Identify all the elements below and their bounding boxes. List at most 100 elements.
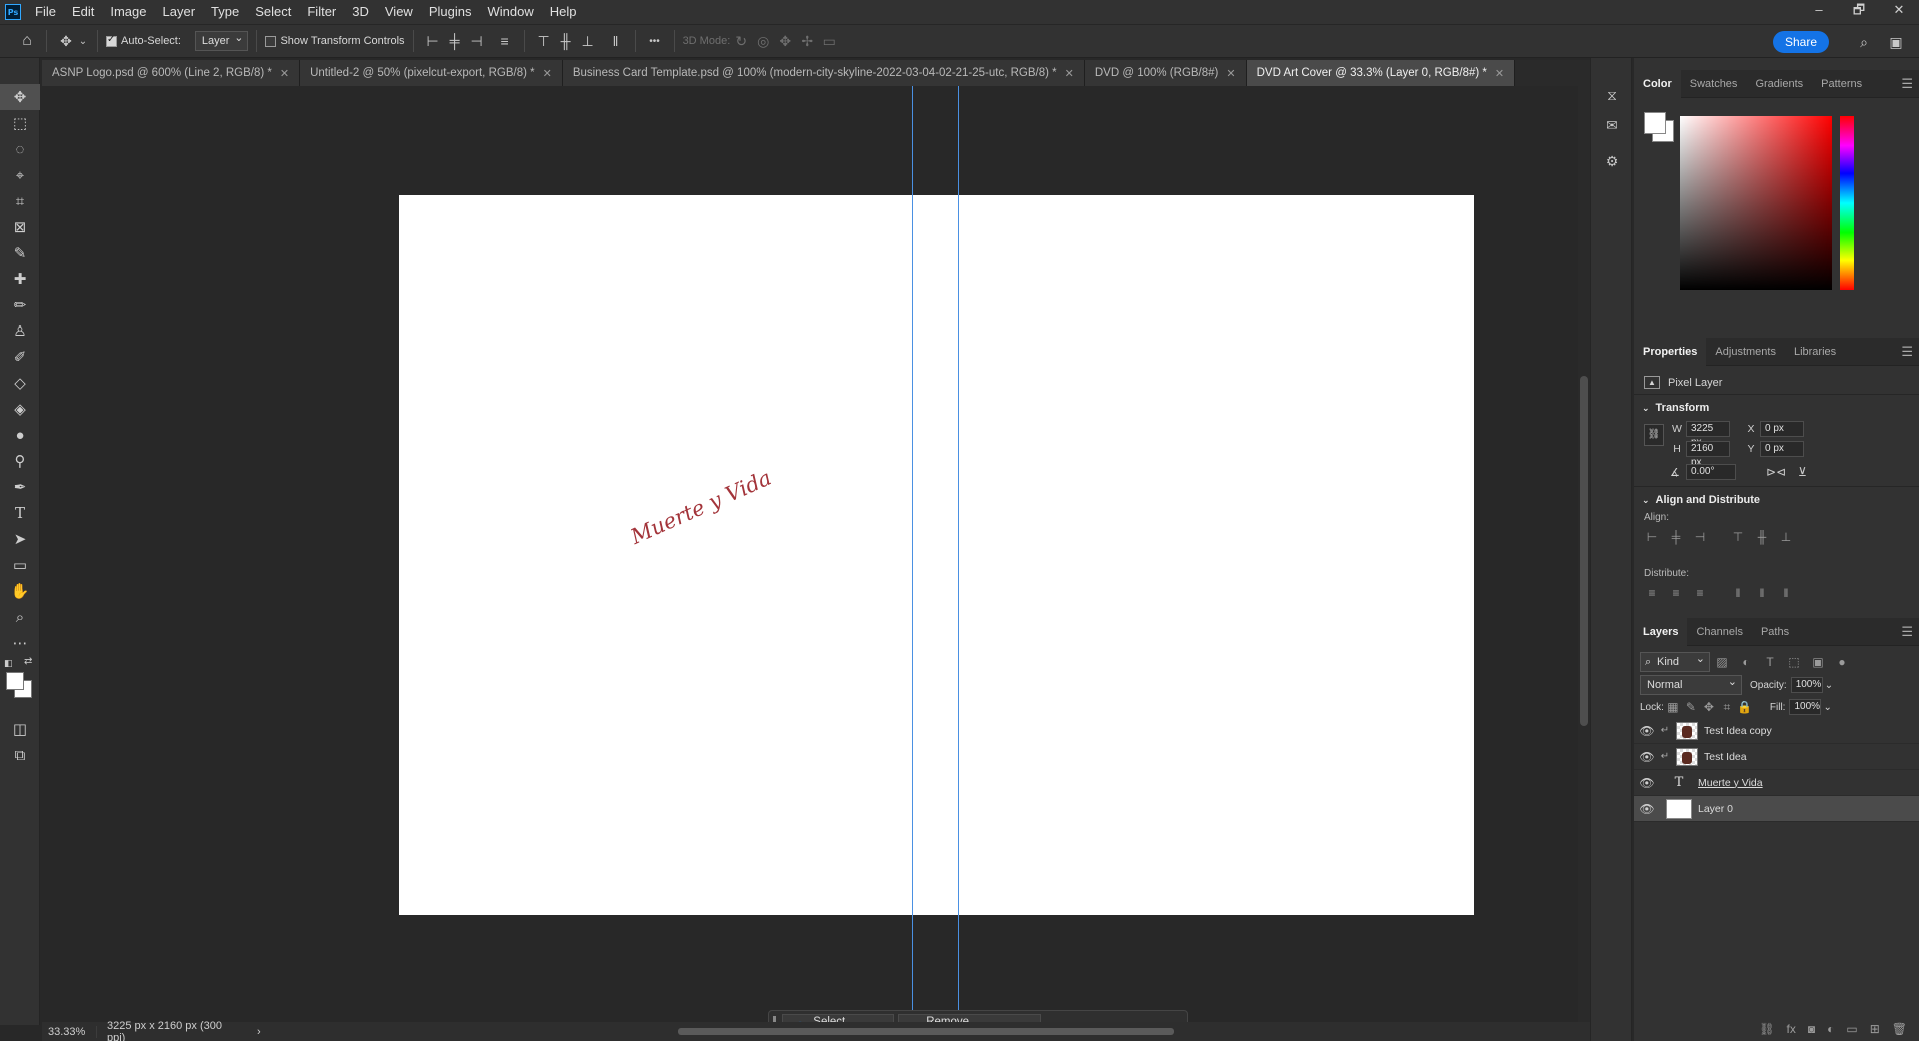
filter-type-icon[interactable]: T	[1758, 653, 1782, 671]
comments-icon[interactable]: ✉	[1591, 110, 1633, 140]
path-selection-tool-icon[interactable]: ➤	[0, 526, 40, 552]
flip-vertical-icon[interactable]: ⊻	[1798, 465, 1807, 479]
filter-smart-object-icon[interactable]: ▣	[1806, 653, 1830, 671]
align-vertical-center-icon[interactable]: ╫	[555, 30, 577, 52]
tab-color[interactable]: Color	[1634, 69, 1681, 98]
close-tab-icon[interactable]: ✕	[1065, 67, 1074, 80]
vertical-scrollbar[interactable]	[1578, 86, 1590, 1025]
share-button[interactable]: Share	[1772, 31, 1829, 53]
height-field[interactable]: 2160 px	[1686, 441, 1730, 468]
link-layers-icon[interactable]: ⛓	[1759, 1022, 1774, 1036]
close-tab-icon[interactable]: ✕	[280, 67, 289, 80]
distribute-horizontal-icon[interactable]: ‖	[605, 30, 627, 52]
distribute-vertical-icon[interactable]: ≡	[494, 30, 516, 52]
align-top-icon[interactable]: ⊤	[533, 30, 555, 52]
filter-shape-icon[interactable]: ⬚	[1782, 653, 1806, 671]
distribute-left-icon[interactable]: ‖	[1726, 584, 1750, 602]
eraser-tool-icon[interactable]: ◇	[0, 370, 40, 396]
align-bottom-icon[interactable]: ⊥	[577, 30, 599, 52]
document-tab[interactable]: DVD @ 100% (RGB/8#) ✕	[1084, 60, 1247, 86]
document-tab[interactable]: Business Card Template.psd @ 100% (moder…	[562, 60, 1085, 86]
document-canvas[interactable]	[399, 195, 1474, 915]
distribute-top-icon[interactable]: ≡	[1640, 584, 1664, 602]
y-field[interactable]: 0 px	[1760, 441, 1804, 457]
chevron-down-icon[interactable]: ⌄	[1823, 702, 1831, 713]
menu-3d[interactable]: 3D	[344, 0, 377, 24]
filter-toggle-icon[interactable]: ●	[1830, 653, 1854, 671]
lasso-tool-icon[interactable]: ◌	[0, 136, 40, 162]
object-selection-tool-icon[interactable]: ⌖	[0, 162, 40, 188]
layer-row[interactable]: 👁 ↵ Test Idea	[1634, 744, 1919, 770]
tab-paths[interactable]: Paths	[1752, 618, 1798, 646]
brush-tool-icon[interactable]: ✏	[0, 292, 40, 318]
filter-adjustment-icon[interactable]: ◐	[1734, 653, 1758, 671]
layer-name[interactable]: Test Idea	[1704, 751, 1747, 763]
healing-brush-tool-icon[interactable]: ✚	[0, 266, 40, 292]
close-tab-icon[interactable]: ✕	[543, 67, 552, 80]
distribute-bottom-icon[interactable]: ≡	[1688, 584, 1712, 602]
paint-bucket-tool-icon[interactable]: ◈	[0, 396, 40, 422]
default-colors-icon[interactable]: ◧	[4, 658, 13, 669]
rectangle-tool-icon[interactable]: ▭	[0, 552, 40, 578]
document-tab-active[interactable]: DVD Art Cover @ 33.3% (Layer 0, RGB/8#) …	[1246, 60, 1516, 86]
canvas-area[interactable]: Muerte y Vida 👤 Select subject ▨ Remove …	[42, 86, 1587, 1041]
auto-select-checkbox[interactable]: Auto-Select:	[106, 34, 181, 47]
history-brush-tool-icon[interactable]: ✐	[0, 344, 40, 370]
edit-toolbar-icon[interactable]: ⋯	[0, 630, 40, 656]
width-field[interactable]: 3225 px	[1686, 421, 1730, 448]
visibility-eye-icon[interactable]: 👁	[1634, 802, 1660, 816]
visibility-eye-icon[interactable]: 👁	[1634, 724, 1660, 738]
move-tool-preset-icon[interactable]: ✥	[55, 30, 77, 52]
close-tab-icon[interactable]: ✕	[1495, 67, 1504, 80]
quick-mask-icon[interactable]: ◫	[0, 716, 40, 742]
search-icon[interactable]: ⌕	[1853, 31, 1875, 53]
flip-horizontal-icon[interactable]: ⊳⊲	[1766, 465, 1786, 479]
x-field[interactable]: 0 px	[1760, 421, 1804, 437]
swap-colors-icon[interactable]: ⇄	[24, 656, 32, 667]
filter-pixel-icon[interactable]: ▨	[1710, 653, 1734, 671]
panel-menu-icon[interactable]: ☰	[1901, 344, 1913, 360]
document-tab[interactable]: Untitled-2 @ 50% (pixelcut-export, RGB/8…	[300, 60, 563, 86]
align-horizontal-centers-icon[interactable]: ╪	[1664, 528, 1688, 546]
fill-field[interactable]: 100%	[1789, 699, 1822, 715]
chevron-down-icon[interactable]: ⌄	[1825, 680, 1833, 691]
document-tab[interactable]: ASNP Logo.psd @ 600% (Line 2, RGB/8) * ✕	[42, 60, 301, 86]
lock-transparent-icon[interactable]: ▦	[1664, 698, 1682, 716]
align-vertical-centers-icon[interactable]: ╫	[1750, 528, 1774, 546]
move-tool-icon[interactable]: ✥	[0, 84, 40, 110]
distribute-right-icon[interactable]: ‖	[1774, 584, 1798, 602]
tab-layers[interactable]: Layers	[1634, 617, 1688, 646]
add-mask-icon[interactable]: ◙	[1808, 1022, 1815, 1036]
tab-channels[interactable]: Channels	[1687, 618, 1751, 646]
show-transform-controls-checkbox[interactable]: Show Transform Controls	[265, 35, 405, 47]
scroll-thumb[interactable]	[678, 1028, 1174, 1035]
menu-plugins[interactable]: Plugins	[421, 0, 480, 24]
visibility-eye-icon[interactable]: 👁	[1634, 776, 1660, 790]
chevron-right-icon[interactable]: ›	[257, 1026, 261, 1038]
lock-image-icon[interactable]: ✎	[1682, 698, 1700, 716]
hue-slider[interactable]	[1840, 116, 1854, 290]
screen-mode-icon[interactable]: ⧉	[0, 742, 40, 768]
restore-window-button[interactable]: 🗗	[1839, 0, 1879, 20]
menu-window[interactable]: Window	[479, 0, 541, 24]
menu-type[interactable]: Type	[203, 0, 247, 24]
frame-tool-icon[interactable]: ⊠	[0, 214, 40, 240]
learn-icon[interactable]: ⚙	[1591, 146, 1633, 176]
document-info[interactable]: 3225 px x 2160 px (300 ppi)	[97, 1020, 237, 1041]
distribute-vertical-centers-icon[interactable]: ≡	[1664, 584, 1688, 602]
align-top-edges-icon[interactable]: ⊤	[1726, 528, 1750, 546]
align-right-edges-icon[interactable]: ⊣	[1688, 528, 1712, 546]
align-right-icon[interactable]: ⊣	[466, 30, 488, 52]
delete-layer-icon[interactable]: 🗑	[1892, 1022, 1907, 1036]
menu-file[interactable]: File	[27, 0, 64, 24]
eyedropper-tool-icon[interactable]: ✎	[0, 240, 40, 266]
menu-image[interactable]: Image	[102, 0, 154, 24]
menu-filter[interactable]: Filter	[299, 0, 344, 24]
angle-field[interactable]: 0.00°	[1686, 464, 1736, 480]
layer-row-selected[interactable]: 👁 Layer 0	[1634, 796, 1919, 822]
distribute-horizontal-centers-icon[interactable]: ‖	[1750, 584, 1774, 602]
new-layer-icon[interactable]: ⊞	[1870, 1022, 1880, 1036]
auto-select-target-dropdown[interactable]: Layer	[194, 29, 249, 51]
type-tool-icon[interactable]: T	[0, 500, 40, 526]
menu-help[interactable]: Help	[542, 0, 585, 24]
